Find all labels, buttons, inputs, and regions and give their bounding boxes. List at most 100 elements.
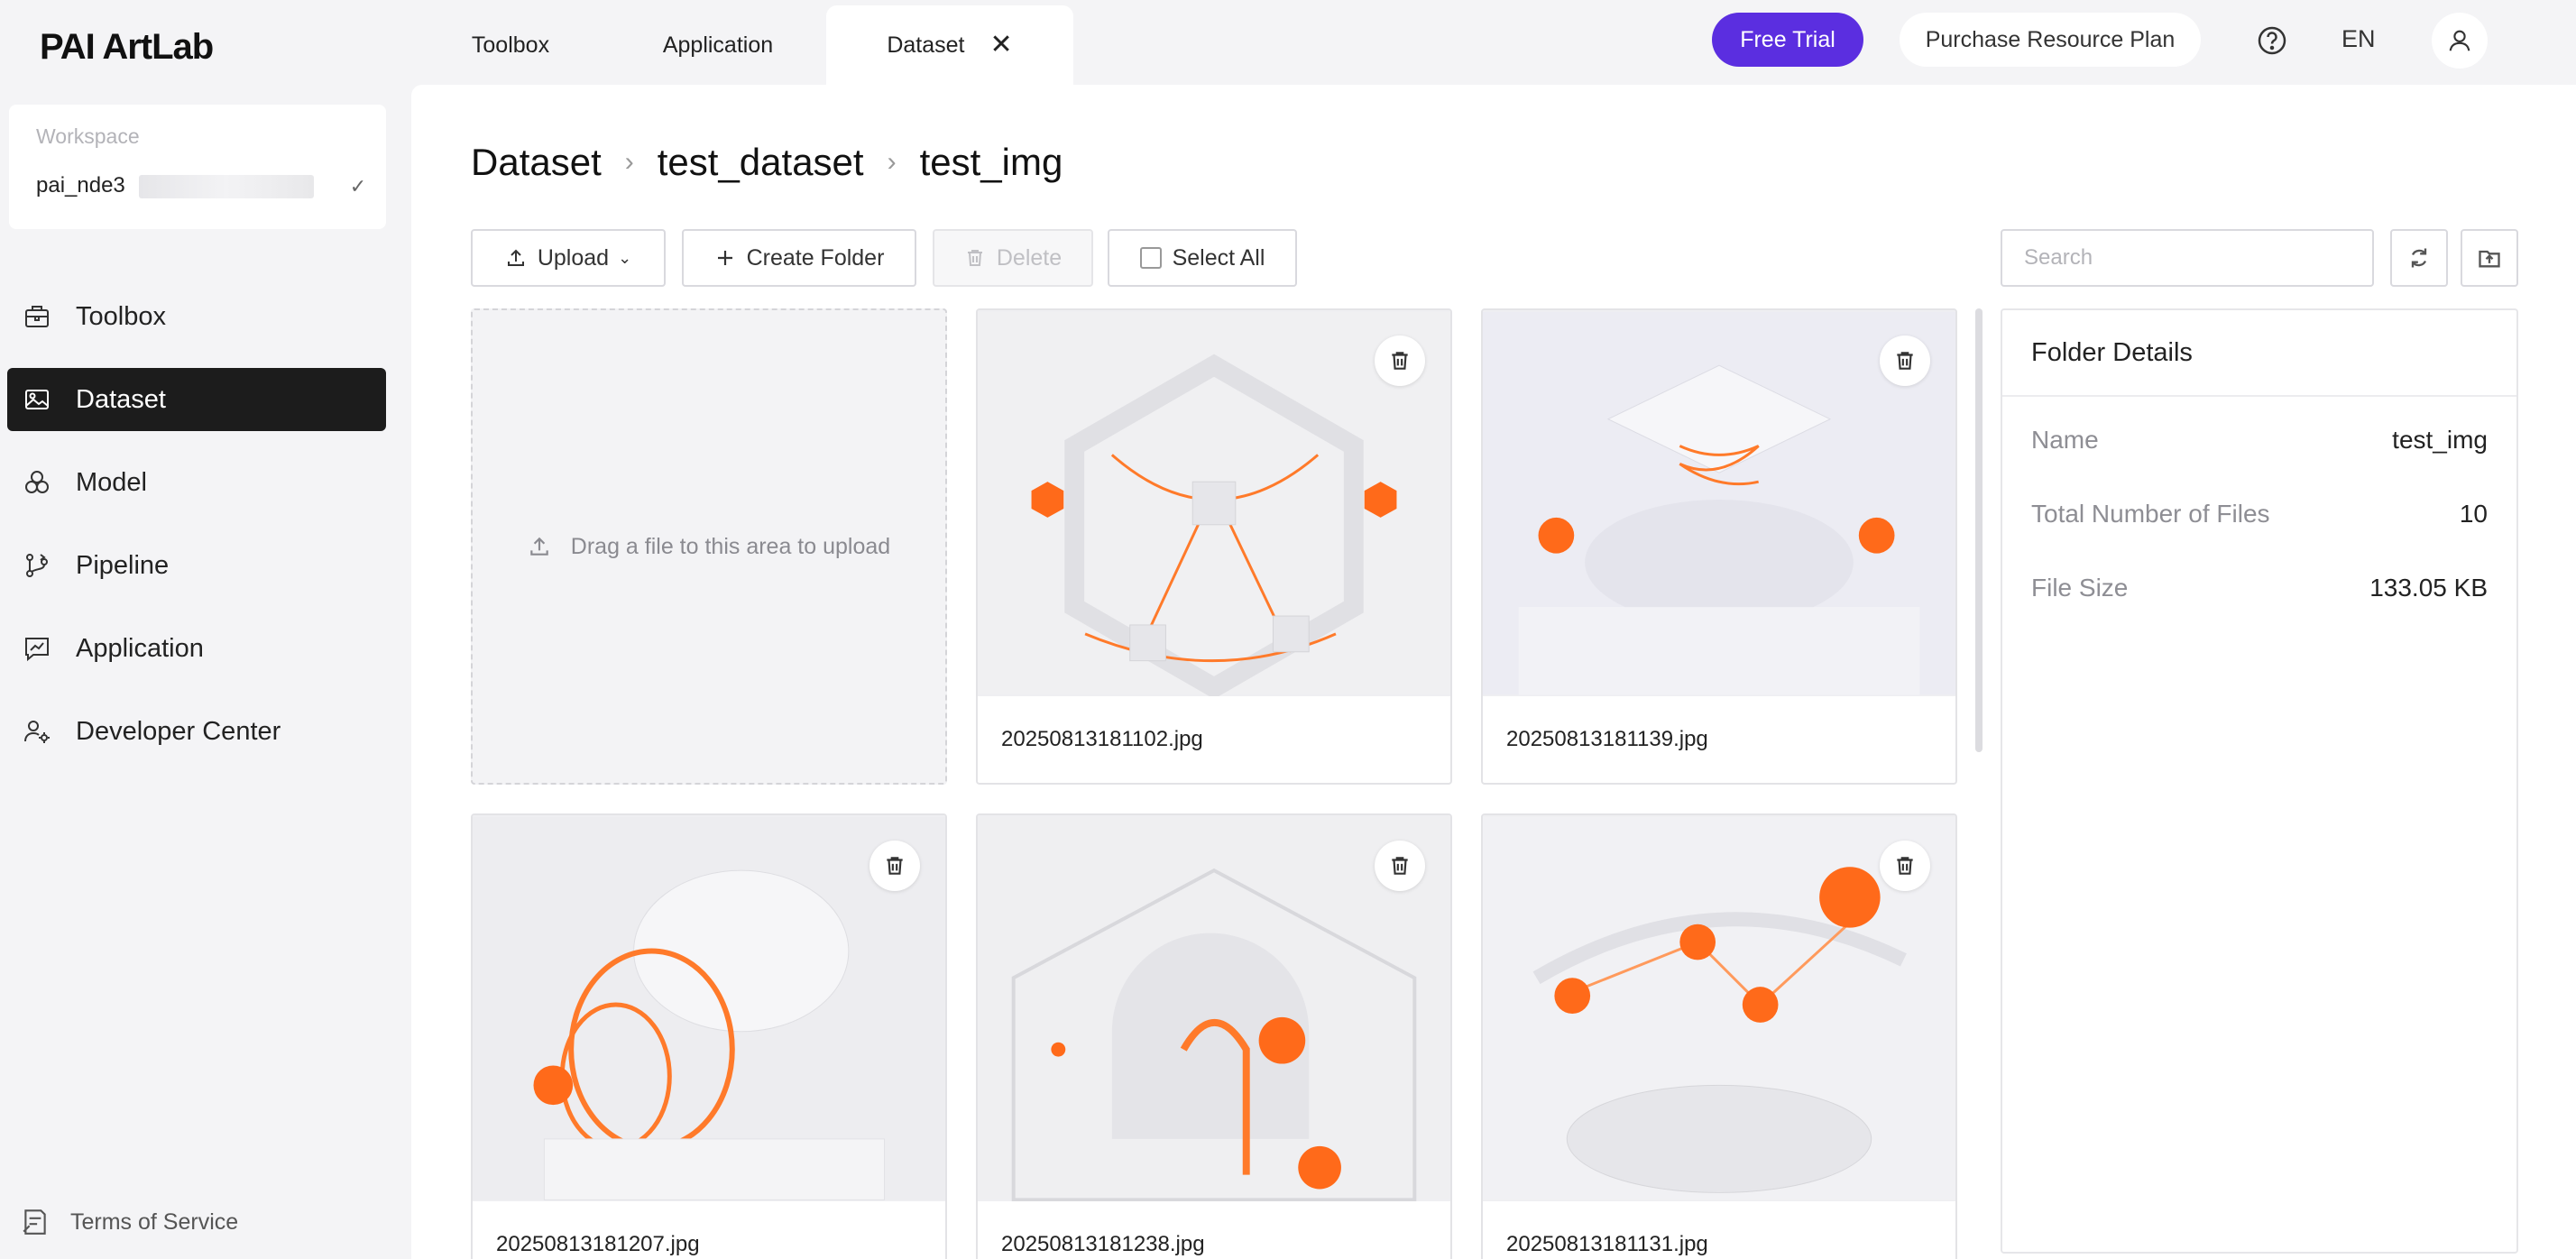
tab-label: Application: [662, 32, 774, 58]
plus-icon: [717, 251, 732, 265]
tab-label: Toolbox: [471, 32, 550, 58]
checkbox: [1139, 247, 1162, 269]
upload-dropzone-text: Drag a file to this area to upload: [570, 533, 891, 559]
scrollbar[interactable]: [1975, 308, 1983, 752]
delete-button[interactable]: Delete: [933, 229, 1093, 287]
folder-upload-icon: [2479, 250, 2500, 268]
delete-file-button[interactable]: [869, 841, 920, 891]
file-name: 20250813181102.jpg: [1001, 727, 1203, 751]
terms-label: Terms of Service: [70, 1208, 239, 1235]
file-card[interactable]: 20250813181207.jpg: [471, 813, 947, 1259]
file-name: 20250813181139.jpg: [1506, 727, 1708, 751]
file-card[interactable]: 20250813181139.jpg: [1481, 308, 1957, 785]
chevron-right-icon: ›: [624, 147, 634, 177]
sidebar-item-label: Toolbox: [76, 301, 166, 331]
sidebar-item-pipeline[interactable]: Pipeline: [7, 534, 386, 597]
tab-label: Dataset: [887, 32, 965, 58]
chevron-right-icon: ›: [887, 147, 897, 177]
document-icon: [23, 1209, 46, 1235]
toolbox-icon: [22, 301, 52, 332]
app-logo[interactable]: PAI ArtLab: [40, 27, 214, 68]
trash-icon: [1897, 857, 1913, 875]
sidebar-item-dataset[interactable]: Dataset: [7, 368, 386, 431]
detail-key: File Size: [2031, 574, 2129, 602]
application-icon: [22, 633, 52, 664]
upload-label: Upload: [537, 244, 610, 271]
upload-button[interactable]: Upload ⌄: [471, 229, 666, 287]
terms-of-service-link[interactable]: Terms of Service: [20, 1207, 238, 1237]
sidebar-item-application[interactable]: Application: [7, 617, 386, 680]
delete-file-button[interactable]: [1880, 335, 1930, 386]
close-icon[interactable]: ✕: [990, 32, 1013, 59]
delete-file-button[interactable]: [1375, 841, 1425, 891]
workspace-label: Workspace: [36, 124, 140, 148]
pipeline-icon: [22, 550, 52, 581]
sidebar-item-label: Application: [76, 633, 204, 663]
dataset-icon: [22, 384, 52, 415]
app-root: PAI ArtLab Workspace pai_nde3 ✓ Toolbox …: [0, 0, 2576, 1259]
chevron-down-icon: ⌄: [618, 248, 632, 267]
create-folder-label: Create Folder: [746, 244, 885, 271]
top-tabs: Toolbox Application Dataset ✕: [411, 5, 1073, 85]
detail-row-file-size: File Size 133.05 KB: [2031, 574, 2488, 602]
select-all-checkbox[interactable]: Select All: [1108, 229, 1297, 287]
workspace-value: pai_nde3: [36, 173, 125, 198]
user-avatar[interactable]: [2432, 13, 2488, 69]
detail-row-name: Name test_img: [2031, 426, 2488, 455]
tab-dataset[interactable]: Dataset ✕: [826, 5, 1073, 85]
model-icon: [22, 467, 52, 498]
detail-key: Total Number of Files: [2031, 500, 2270, 528]
detail-value: 133.05 KB: [2369, 574, 2488, 602]
help-icon[interactable]: [2251, 20, 2293, 61]
upload-folder-button[interactable]: [2461, 229, 2518, 287]
breadcrumb: Dataset › test_dataset › test_img: [471, 141, 1063, 184]
detail-value: 10: [2459, 500, 2488, 528]
developer-icon: [22, 716, 52, 747]
workspace-redacted: [139, 175, 314, 198]
file-card[interactable]: 20250813181238.jpg: [976, 813, 1452, 1259]
upload-dropzone[interactable]: Drag a file to this area to upload: [471, 308, 947, 785]
sidebar-item-label: Dataset: [76, 384, 166, 414]
search-input[interactable]: [2001, 229, 2374, 287]
delete-file-button[interactable]: [1880, 841, 1930, 891]
sidebar-item-label: Developer Center: [76, 716, 281, 746]
upload-icon: [507, 249, 524, 266]
folder-details-panel: Folder Details Name test_img Total Numbe…: [2001, 308, 2518, 1254]
tab-toolbox[interactable]: Toolbox: [411, 5, 610, 85]
detail-row-total-files: Total Number of Files 10: [2031, 500, 2488, 528]
free-trial-button[interactable]: Free Trial: [1712, 13, 1863, 67]
file-card[interactable]: 20250813181131.jpg: [1481, 813, 1957, 1259]
sidebar: PAI ArtLab Workspace pai_nde3 ✓ Toolbox …: [0, 0, 411, 1259]
tab-application[interactable]: Application: [610, 5, 826, 85]
file-name: 20250813181131.jpg: [1506, 1232, 1708, 1256]
trash-icon: [1392, 352, 1408, 370]
trash-icon: [1392, 857, 1408, 875]
sidebar-item-toolbox[interactable]: Toolbox: [7, 285, 386, 348]
delete-file-button[interactable]: [1375, 335, 1425, 386]
trash-icon: [967, 250, 982, 266]
file-name: 20250813181238.jpg: [1001, 1232, 1205, 1256]
trash-icon: [1897, 352, 1913, 370]
detail-value: test_img: [2392, 426, 2488, 454]
check-icon: ✓: [349, 175, 367, 198]
workspace-selector[interactable]: Workspace pai_nde3 ✓: [9, 105, 386, 229]
detail-key: Name: [2031, 426, 2099, 454]
main-panel: Dataset › test_dataset › test_img Upload…: [411, 85, 2576, 1259]
purchase-resource-plan-button[interactable]: Purchase Resource Plan: [1900, 13, 2201, 67]
user-icon: [2449, 30, 2470, 51]
sidebar-nav: Toolbox Dataset Model Pipeline Applicati…: [7, 285, 386, 783]
select-all-label: Select All: [1172, 244, 1265, 271]
create-folder-button[interactable]: Create Folder: [682, 229, 916, 287]
refresh-button[interactable]: [2390, 229, 2448, 287]
breadcrumb-test-img: test_img: [919, 141, 1063, 183]
sidebar-item-label: Model: [76, 467, 147, 497]
breadcrumb-dataset[interactable]: Dataset: [471, 141, 602, 184]
language-switch[interactable]: EN: [2341, 25, 2376, 53]
sidebar-item-developer-center[interactable]: Developer Center: [7, 700, 386, 763]
upload-icon: [530, 537, 548, 556]
file-card[interactable]: 20250813181102.jpg: [976, 308, 1452, 785]
trash-icon: [887, 857, 903, 875]
delete-label: Delete: [996, 244, 1063, 271]
breadcrumb-test-dataset[interactable]: test_dataset: [658, 141, 864, 184]
sidebar-item-model[interactable]: Model: [7, 451, 386, 514]
